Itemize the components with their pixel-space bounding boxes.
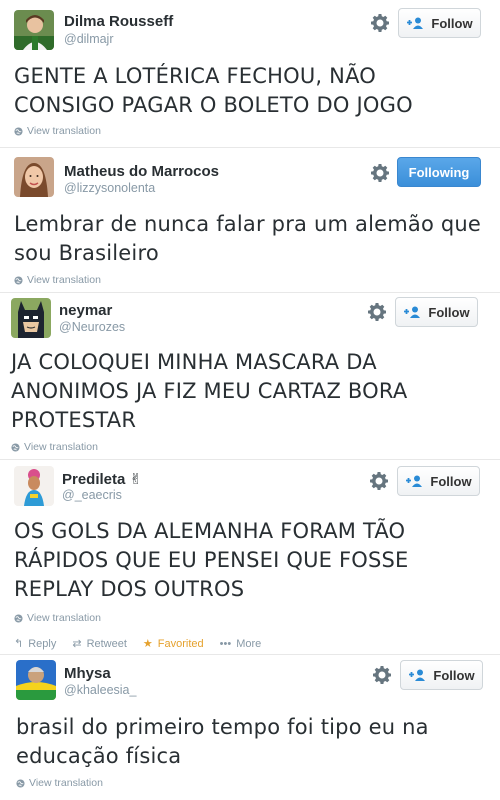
tweet-card: neymar @Neurozes Follow JA COLOQUEI MINH… <box>0 293 500 459</box>
avatar[interactable] <box>11 298 51 338</box>
star-icon: ★ <box>142 638 153 650</box>
tweet-card: Predileta ✌ @_eaecris Follow OS GOLS DA … <box>0 460 500 655</box>
follow-button[interactable]: Follow <box>395 297 478 327</box>
reply-icon: ↰ <box>14 638 24 650</box>
follow-button-label: Follow <box>430 473 472 489</box>
display-name[interactable]: neymar <box>59 302 112 319</box>
tweet-text-line: RÁPIDOS QUE EU PENSEI QUE FOSSE <box>14 548 409 572</box>
gear-icon[interactable] <box>372 665 392 685</box>
tweet-text-line: educação física <box>16 744 182 768</box>
retweet-label: Retweet <box>86 637 127 650</box>
globe-icon <box>14 613 23 623</box>
avatar[interactable] <box>14 157 54 197</box>
tweet-text-line: GENTE A LOTÉRICA FECHOU, NÃO <box>14 64 377 88</box>
username[interactable]: @dilmajr <box>64 32 114 46</box>
globe-icon <box>14 126 23 136</box>
globe-icon <box>11 442 20 452</box>
tweet-text-line: sou Brasileiro <box>14 241 159 265</box>
username[interactable]: @Neurozes <box>59 320 125 334</box>
avatar[interactable] <box>14 466 54 506</box>
gear-icon[interactable] <box>370 13 390 33</box>
display-name[interactable]: Matheus do Marrocos <box>64 163 219 180</box>
add-user-icon <box>403 306 421 318</box>
view-translation-label: View translation <box>24 441 98 453</box>
following-button[interactable]: Following <box>397 157 481 187</box>
tweet-text: brasil do primeiro tempo foi tipo eu na … <box>16 713 429 771</box>
view-translation-link[interactable]: View translation <box>11 441 98 453</box>
add-user-icon <box>406 17 424 29</box>
reply-action[interactable]: ↰ Reply <box>14 637 57 651</box>
view-translation-link[interactable]: View translation <box>14 274 101 286</box>
more-label: More <box>236 637 262 650</box>
follow-button-label: Follow <box>431 15 473 31</box>
view-translation-label: View translation <box>29 777 103 789</box>
retweet-action[interactable]: ⇄ Retweet <box>72 637 127 651</box>
tweet-text-line: brasil do primeiro tempo foi tipo eu na <box>16 715 429 739</box>
gear-icon[interactable] <box>370 163 390 183</box>
view-translation-label: View translation <box>27 274 101 286</box>
tweet-text-line: JA COLOQUEI MINHA MASCARA DA <box>11 350 377 374</box>
follow-button[interactable]: Follow <box>398 8 481 38</box>
tweet-text: Lembrar de nunca falar pra um alemão que… <box>14 210 481 268</box>
retweet-icon: ⇄ <box>72 638 82 650</box>
add-user-icon <box>405 475 423 487</box>
favorited-label: Favorited <box>157 637 204 650</box>
view-translation-label: View translation <box>27 612 101 624</box>
follow-button[interactable]: Follow <box>397 466 480 496</box>
display-name[interactable]: Predileta ✌ <box>62 470 142 488</box>
favorited-action[interactable]: ★ Favorited <box>142 637 204 651</box>
avatar[interactable] <box>14 10 54 50</box>
tweet-text: JA COLOQUEI MINHA MASCARA DA ANONIMOS JA… <box>11 348 407 435</box>
view-translation-label: View translation <box>27 125 101 137</box>
view-translation-link[interactable]: View translation <box>16 777 103 789</box>
add-user-icon <box>408 669 426 681</box>
globe-icon <box>16 778 25 788</box>
tweet-actions: ↰ Reply ⇄ Retweet ★ Favorited ••• More <box>14 637 277 651</box>
more-icon: ••• <box>219 637 232 650</box>
tweet-text-line: CONSIGO PAGAR O BOLETO DO JOGO <box>14 93 413 117</box>
view-translation-link[interactable]: View translation <box>14 125 101 137</box>
view-translation-link[interactable]: View translation <box>14 612 101 624</box>
follow-button-label: Follow <box>428 304 470 320</box>
tweet-text: GENTE A LOTÉRICA FECHOU, NÃO CONSIGO PAG… <box>14 62 413 120</box>
tweet-text-line: REPLAY DOS OUTROS <box>14 577 245 601</box>
username[interactable]: @lizzysonolenta <box>64 181 155 195</box>
avatar[interactable] <box>16 660 56 700</box>
display-name[interactable]: Dilma Rousseff <box>64 13 173 30</box>
display-name[interactable]: Mhysa <box>64 665 111 682</box>
tweet-text-line: ANONIMOS JA FIZ MEU CARTAZ BORA <box>11 379 408 403</box>
gear-icon[interactable] <box>367 302 387 322</box>
tweet-card: Mhysa @khaleesia_ Follow brasil do prime… <box>0 655 500 800</box>
reply-label: Reply <box>28 637 57 650</box>
tweet-card: Dilma Rousseff @dilmajr Follow GENTE A L… <box>0 0 500 148</box>
tweet-text-line: Lembrar de nunca falar pra um alemão que <box>14 212 482 236</box>
username[interactable]: @_eaecris <box>62 488 122 502</box>
follow-button[interactable]: Follow <box>400 660 483 690</box>
tweet-text-line: PROTESTAR <box>11 408 137 432</box>
gear-icon[interactable] <box>369 471 389 491</box>
tweet-card: Matheus do Marrocos @lizzysonolenta Foll… <box>0 148 500 293</box>
following-button-label: Following <box>408 164 470 180</box>
tweet-text-line: OS GOLS DA ALEMANHA FORAM TÃO <box>14 519 406 543</box>
follow-button-label: Follow <box>433 667 475 683</box>
more-action[interactable]: ••• More <box>220 638 262 650</box>
globe-icon <box>14 275 23 285</box>
username[interactable]: @khaleesia_ <box>64 683 136 697</box>
tweet-text: OS GOLS DA ALEMANHA FORAM TÃO RÁPIDOS QU… <box>14 517 409 604</box>
